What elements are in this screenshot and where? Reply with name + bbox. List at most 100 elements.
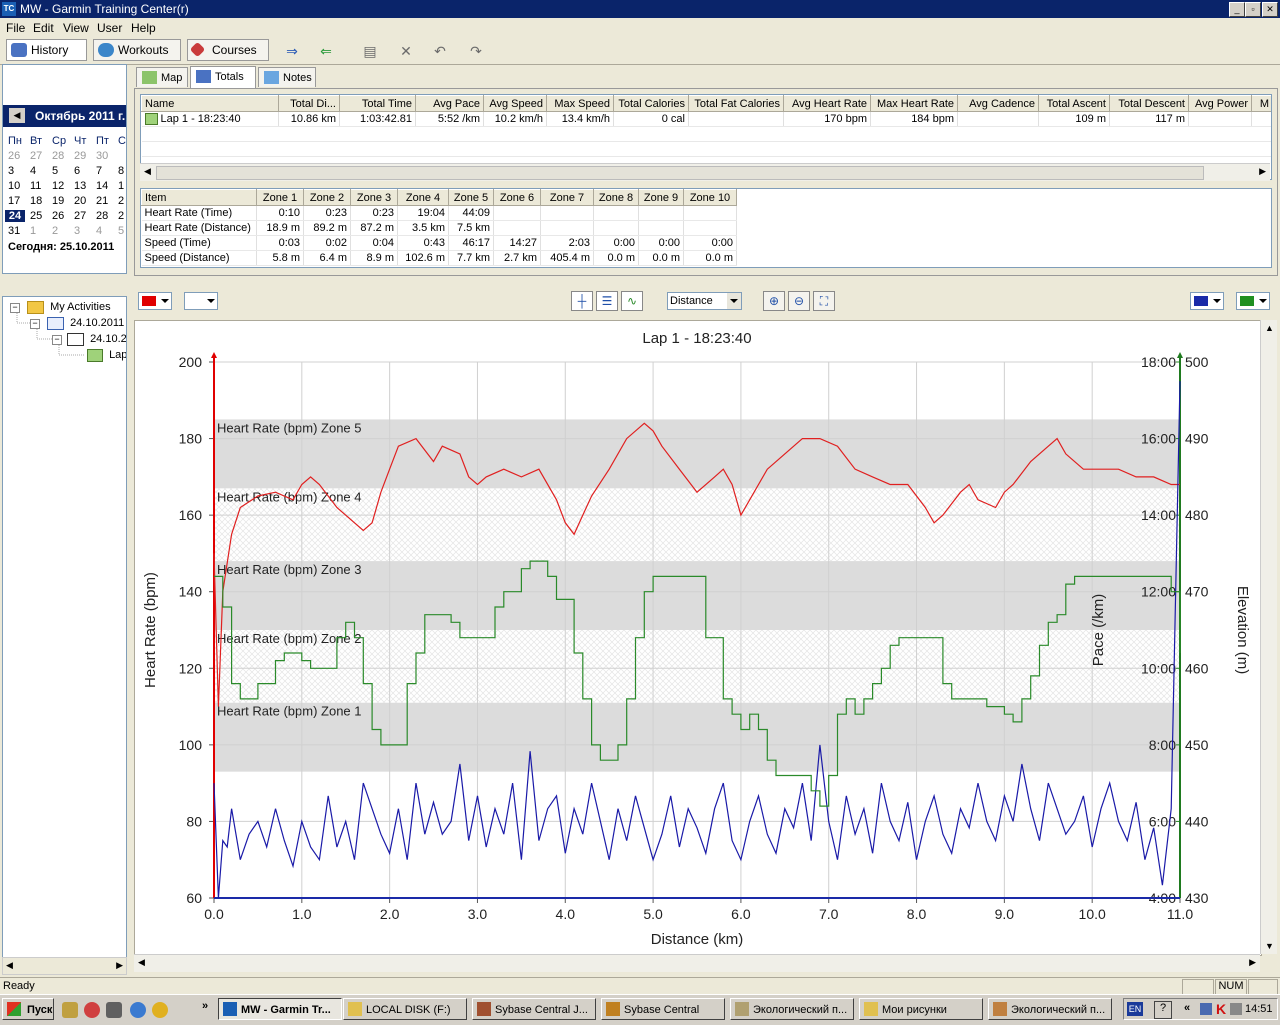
calendar-day[interactable]: 28	[96, 210, 116, 222]
crosshair-icon[interactable]: ┼	[571, 291, 593, 311]
zones-toggle-icon[interactable]: ☰	[596, 291, 618, 311]
maximize-button[interactable]: ▫	[1245, 2, 1261, 17]
zones-column-header[interactable]: Zone 7	[540, 189, 594, 206]
totals-column-header[interactable]: Avg Power	[1188, 95, 1252, 112]
calendar-day[interactable]: 3	[8, 165, 28, 177]
tab-totals[interactable]: Totals	[190, 66, 256, 88]
secondary-color-picker[interactable]	[184, 292, 218, 310]
taskbar-button[interactable]: Sybase Central	[601, 998, 725, 1020]
elevation-color-picker[interactable]	[1236, 292, 1270, 310]
totals-column-header[interactable]: Total Di...	[278, 95, 340, 112]
zones-column-header[interactable]: Zone 4	[397, 189, 449, 206]
scroll-thumb[interactable]	[156, 166, 1204, 180]
menu-user[interactable]: User	[97, 21, 122, 35]
tray-expand-icon[interactable]: «	[1184, 1002, 1190, 1014]
clipboard-icon[interactable]: ▤	[359, 42, 381, 60]
x-axis-select[interactable]: Distance	[667, 292, 742, 310]
collapse-activity[interactable]: −	[52, 335, 62, 345]
calendar-day[interactable]: 31	[8, 225, 28, 237]
taskbar-button[interactable]: Мои рисунки	[859, 998, 983, 1020]
tree-lap-node[interactable]: Lap	[87, 349, 126, 362]
heart-rate-color-picker[interactable]	[138, 292, 172, 310]
zones-column-header[interactable]: Zone 6	[493, 189, 541, 206]
totals-column-header[interactable]: M	[1251, 95, 1271, 112]
calendar-day[interactable]: 2	[118, 210, 126, 222]
totals-column-header[interactable]: Avg Pace	[415, 95, 484, 112]
calendar-day[interactable]: 10	[8, 180, 28, 192]
menu-file[interactable]: File	[6, 21, 25, 35]
menu-edit[interactable]: Edit	[33, 21, 54, 35]
chart-vscrollbar[interactable]: ▲ ▼	[1260, 320, 1277, 954]
workouts-button[interactable]: Workouts	[93, 39, 181, 61]
calendar-day[interactable]: 4	[30, 165, 50, 177]
calendar-day[interactable]: 26	[8, 150, 28, 162]
taskbar-button[interactable]: Экологический п...	[988, 998, 1112, 1020]
receive-from-device-icon[interactable]: ⇐	[315, 42, 337, 60]
totals-column-header[interactable]: Total Calories	[613, 95, 689, 112]
totals-column-header[interactable]: Total Fat Calories	[688, 95, 784, 112]
activity-chart[interactable]: Heart Rate (bpm) Zone 5 Heart Rate (bpm) …	[135, 321, 1261, 955]
totals-column-header[interactable]: Avg Heart Rate	[783, 95, 871, 112]
redo-icon[interactable]: ↷	[465, 42, 487, 60]
calendar-day[interactable]: 2	[52, 225, 72, 237]
zones-column-header[interactable]: Zone 9	[638, 189, 684, 206]
calendar-day[interactable]: 19	[52, 195, 72, 207]
today-label[interactable]: Сегодня: 25.10.2011	[8, 241, 114, 253]
totals-column-header[interactable]: Total Descent	[1109, 95, 1189, 112]
ie-icon[interactable]	[130, 1002, 146, 1018]
tree-hscrollbar[interactable]: ◀ ▶	[2, 957, 127, 975]
pace-color-picker[interactable]	[1190, 292, 1224, 310]
calendar-day[interactable]: 5	[52, 165, 72, 177]
undo-icon[interactable]: ↶	[429, 42, 451, 60]
zones-column-header[interactable]: Zone 8	[593, 189, 639, 206]
courses-button[interactable]: Courses	[187, 39, 269, 61]
totals-column-header[interactable]: Avg Speed	[483, 95, 547, 112]
antivirus-icon[interactable]: K	[1216, 1001, 1226, 1017]
help-icon[interactable]: ?	[1154, 1001, 1172, 1019]
calendar-day[interactable]: 14	[96, 180, 116, 192]
zoom-fit-icon[interactable]: ⛶	[813, 291, 835, 311]
send-to-device-icon[interactable]: ⇒	[281, 42, 303, 60]
calendar-day[interactable]: 8	[118, 165, 126, 177]
delete-icon[interactable]: ✕	[395, 42, 417, 60]
calendar-day[interactable]: 1	[30, 225, 50, 237]
tree-date-node[interactable]: 24.10.2011	[47, 317, 124, 330]
start-button[interactable]: Пуск	[2, 998, 54, 1020]
calendar-day[interactable]: 29	[74, 150, 94, 162]
table-row[interactable]: Heart Rate (Time) 0:10 0:23 0:23 19:04 44:09	[141, 205, 737, 221]
calendar-day[interactable]: 17	[8, 195, 28, 207]
calendar-day[interactable]: 26	[52, 210, 72, 222]
zones-column-header[interactable]: Zone 10	[683, 189, 737, 206]
calendar-day[interactable]: 30	[96, 150, 116, 162]
quicklaunch-icon-1[interactable]	[62, 1002, 78, 1018]
totals-hscrollbar[interactable]: ◀ ▶	[140, 163, 1270, 181]
history-button[interactable]: History	[6, 39, 87, 61]
totals-column-header[interactable]: Total Time	[339, 95, 416, 112]
zones-column-header[interactable]: Zone 1	[256, 189, 304, 206]
collapse-my-activities[interactable]: −	[10, 303, 20, 313]
calendar-day[interactable]: 13	[74, 180, 94, 192]
chart-hscrollbar[interactable]: ◀ ▶	[134, 954, 1260, 972]
collapse-date[interactable]: −	[30, 319, 40, 329]
minimize-button[interactable]: _	[1229, 2, 1245, 17]
totals-column-header[interactable]: Max Heart Rate	[870, 95, 958, 112]
smooth-line-icon[interactable]: ∿	[621, 291, 643, 311]
zones-column-header[interactable]: Zone 5	[448, 189, 494, 206]
calendar-day[interactable]: 28	[52, 150, 72, 162]
totals-column-header[interactable]: Total Ascent	[1038, 95, 1110, 112]
network-icon[interactable]	[1200, 1003, 1212, 1015]
calendar-day[interactable]: 24	[5, 210, 25, 222]
calendar-day[interactable]: 4	[96, 225, 116, 237]
zoom-in-icon[interactable]: ⊕	[763, 291, 785, 311]
calendar-day[interactable]: 12	[52, 180, 72, 192]
calendar-day[interactable]: 3	[74, 225, 94, 237]
prev-month-button[interactable]: ◀	[9, 108, 25, 123]
language-indicator[interactable]: EN	[1127, 1002, 1143, 1016]
table-row[interactable]: Lap 1 - 18:23:40 10.86 km 1:03:42.81 5:52 /…	[141, 111, 1271, 127]
tab-map[interactable]: Map	[136, 67, 188, 87]
zones-column-header[interactable]: Zone 2	[303, 189, 351, 206]
totals-column-header[interactable]: Max Speed	[546, 95, 614, 112]
calendar-day[interactable]: 1	[118, 180, 126, 192]
taskbar-button[interactable]: MW - Garmin Tr...	[218, 998, 342, 1020]
zones-column-header[interactable]: Item	[141, 189, 257, 206]
